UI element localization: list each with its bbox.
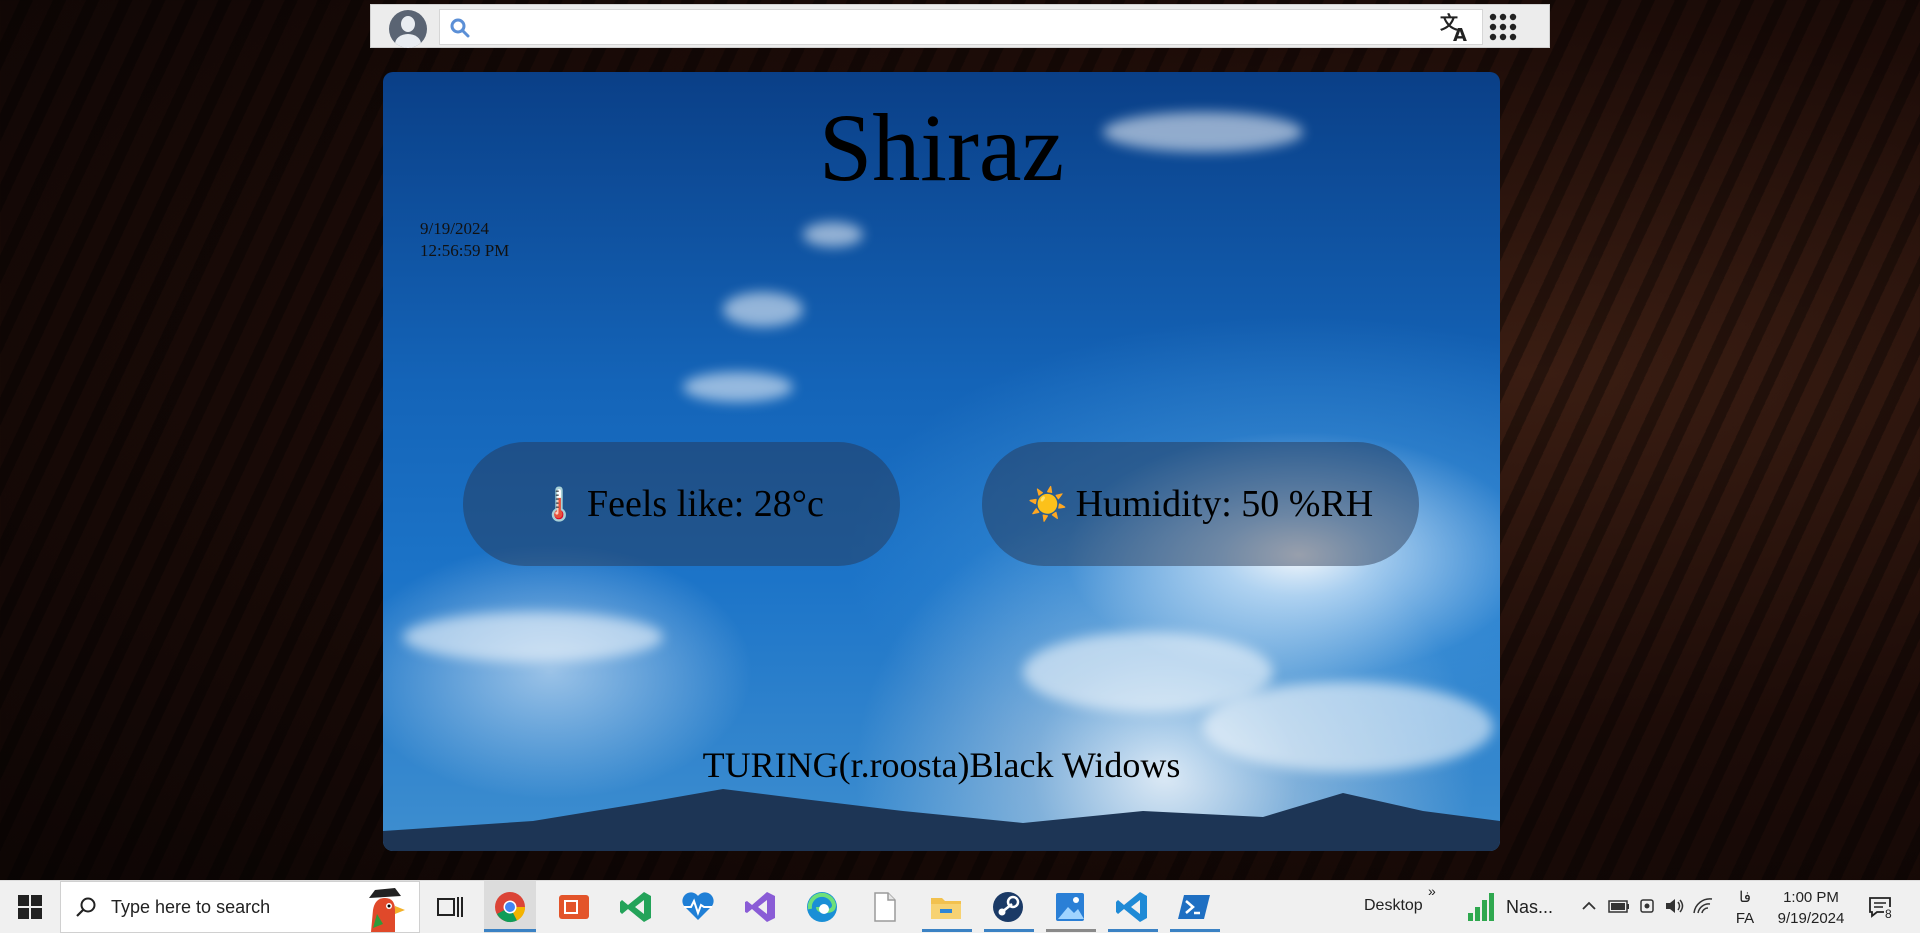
powershell-icon[interactable] xyxy=(1176,889,1212,925)
wifi-icon[interactable] xyxy=(1692,897,1714,915)
vscode-icon[interactable] xyxy=(1114,889,1150,925)
heart-rate-app-icon[interactable] xyxy=(680,889,716,925)
search-icon xyxy=(76,897,96,917)
photos-icon[interactable] xyxy=(1052,889,1088,925)
system-clock[interactable]: 1:00 PM 9/19/2024 xyxy=(1756,887,1866,929)
weather-card: Shiraz 9/19/2024 12:56:59 PM 🌡️ Feels li… xyxy=(383,72,1500,851)
humidity-label: Humidity: 50 %RH xyxy=(1075,483,1374,525)
chrome-taskbar-button[interactable] xyxy=(484,881,536,933)
pirate-parrot-icon xyxy=(369,888,405,932)
edge-icon[interactable] xyxy=(804,889,840,925)
toolbar-overflow-chevron[interactable]: » xyxy=(1428,883,1436,899)
taskbar: Type here to search Desktop » Nas... فا … xyxy=(0,880,1920,933)
apps-grid-icon[interactable] xyxy=(1489,13,1517,41)
datetime: 9/19/2024 12:56:59 PM xyxy=(420,218,509,262)
search-input[interactable] xyxy=(480,12,1474,44)
signal-bars-icon xyxy=(1468,893,1494,921)
city-title: Shiraz xyxy=(818,94,1065,201)
volume-icon[interactable] xyxy=(1664,897,1686,915)
clock-time: 1:00 PM xyxy=(1783,889,1839,906)
taskbar-search-box[interactable]: Type here to search xyxy=(60,881,420,933)
search-box[interactable] xyxy=(439,9,1483,45)
task-view-icon[interactable] xyxy=(432,889,468,925)
feels-like-pill: 🌡️ Feels like: 28°c xyxy=(463,442,900,566)
action-center-button[interactable]: 8 xyxy=(1868,895,1894,921)
clock-date: 9/19/2024 xyxy=(1777,910,1845,927)
svg-text:A: A xyxy=(1453,25,1467,43)
notification-count-badge: 8 xyxy=(1884,907,1893,921)
sun-icon: ☀️ xyxy=(1027,486,1068,522)
search-icon xyxy=(450,18,470,38)
time-text: 12:56:59 PM xyxy=(420,241,510,260)
desktop-toolbar-label[interactable]: Desktop xyxy=(1364,897,1423,915)
battery-icon[interactable] xyxy=(1608,897,1630,915)
top-search-bar: 文 A xyxy=(370,4,1550,48)
show-hidden-icons-chevron-icon[interactable] xyxy=(1580,897,1598,915)
thermometer-icon: 🌡️ xyxy=(539,486,579,522)
translate-icon[interactable]: 文 A xyxy=(1439,11,1473,43)
presentation-app-icon[interactable] xyxy=(556,889,592,925)
windows-start-icon[interactable] xyxy=(18,895,42,919)
meet-now-icon[interactable] xyxy=(1638,897,1658,915)
feels-like-label: Feels like: 28°c xyxy=(587,483,824,525)
nas-app-button[interactable]: Nas... xyxy=(1466,891,1576,923)
vscode-insiders-icon[interactable] xyxy=(618,889,654,925)
chrome-icon xyxy=(495,892,526,923)
mountains-silhouette xyxy=(383,789,1500,851)
credits-text: TURING(r.roosta)Black Widows xyxy=(702,745,1181,785)
humidity-pill: ☀️ Humidity: 50 %RH xyxy=(982,442,1419,566)
steam-icon[interactable] xyxy=(990,889,1026,925)
date-text: 9/19/2024 xyxy=(420,219,489,238)
nas-app-label: Nas... xyxy=(1506,897,1554,917)
visual-studio-icon[interactable] xyxy=(742,889,778,925)
file-explorer-icon[interactable] xyxy=(928,889,964,925)
document-icon[interactable] xyxy=(866,889,902,925)
taskbar-search-placeholder: Type here to search xyxy=(111,897,271,917)
user-avatar-icon[interactable] xyxy=(389,10,427,48)
